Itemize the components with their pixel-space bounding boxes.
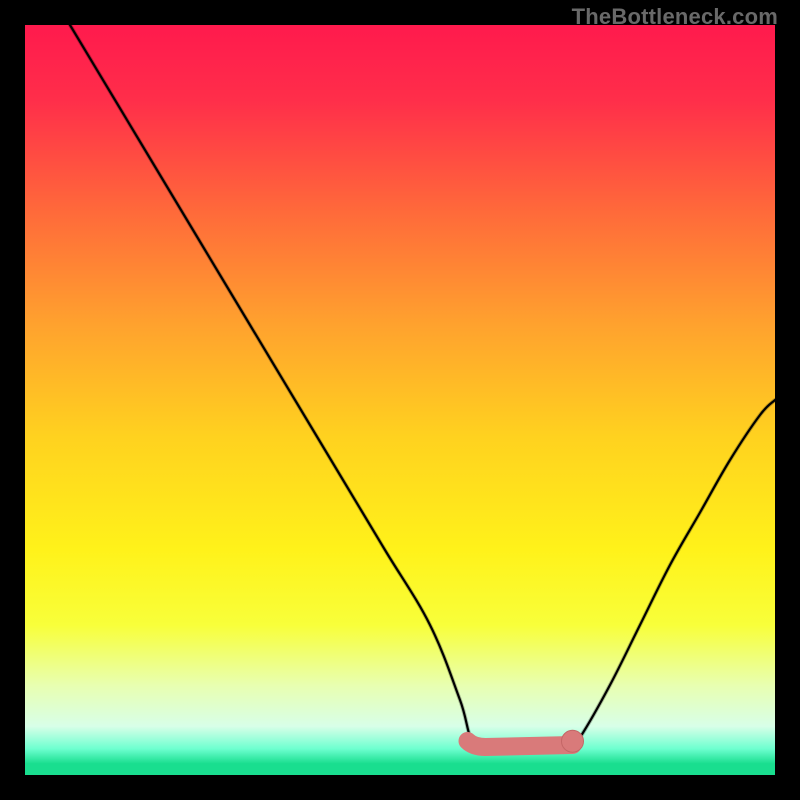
chart-container: TheBottleneck.com (0, 0, 800, 800)
trough-marker-knob (562, 730, 584, 752)
trough-marker (468, 741, 573, 747)
watermark-text: TheBottleneck.com (572, 4, 778, 30)
bottleneck-plot (25, 25, 775, 775)
